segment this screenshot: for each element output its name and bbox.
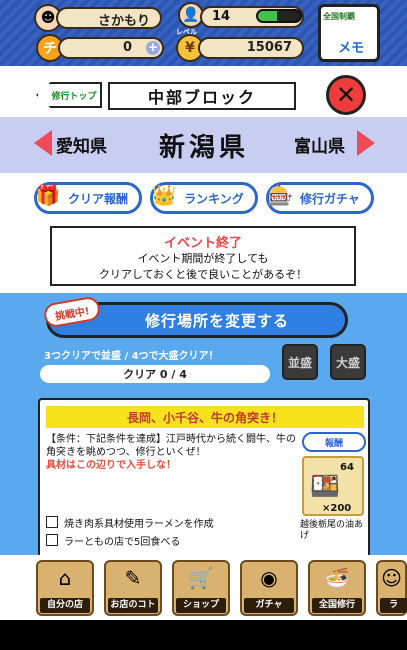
gacha-label: 修行ガチャ (300, 191, 360, 206)
condition-text: 【条件：下記条件を達成】江戸時代から続く闘牛、牛の角突きを眺めつつ、修行といくぜ… (46, 434, 296, 458)
challenge-detail-card: 長岡、小千谷、牛の角突き！ 【条件：下記条件を達成】江戸時代から続く闘牛、牛の角… (38, 398, 370, 558)
event-line-2: クリアしておくと後で良いことがあるぞ！ (98, 268, 308, 281)
reward-qty-top: 64 (340, 462, 354, 473)
memo-label: メモ (337, 41, 364, 56)
nav-shop-info[interactable]: ✎ お店のコト (104, 560, 162, 616)
nav-label: ガチャ (244, 598, 294, 613)
namimori-seal: 並盛 (282, 344, 318, 380)
system-nav-bar (0, 620, 407, 650)
document-icon: ✎ (124, 566, 142, 590)
coin-count: 15067 (246, 40, 292, 55)
house-icon: ⌂ (58, 566, 72, 590)
event-notice: イベント終了 イベント期間が終了しても クリアしておくと後で良いことがあるぞ！ (50, 226, 356, 286)
checklist-label: ラーともの店で5回食べる (64, 536, 181, 548)
challenge-condition: 【条件：下記条件を達成】江戸時代から続く闘牛、牛の角突きを眺めつつ、修行といくぜ… (46, 433, 302, 472)
xp-bar (256, 9, 302, 23)
player-name-pill: さかもり (56, 7, 162, 29)
reward-name: 越後栃尾の油あげ (300, 520, 364, 541)
next-prefecture-arrow-icon[interactable] (357, 130, 375, 156)
checklist-item: 焼き肉系具材使用ラーメンを作成 (46, 514, 286, 530)
level-value: 14 (212, 9, 231, 24)
memo-top-label: 全国制覇 (323, 12, 355, 21)
nav-nationwide-training[interactable]: 🍜 全国修行 (308, 560, 366, 616)
checkbox (46, 516, 58, 528)
nav-shop[interactable]: 🛒 ショップ (172, 560, 230, 616)
checklist-item: ラーともの店で5回食べる (46, 532, 286, 548)
current-prefecture: 新潟県 (158, 133, 249, 163)
prev-prefecture[interactable]: 愛知県 (56, 132, 107, 157)
ranking-label: ランキング (184, 191, 244, 206)
block-name: 中部ブロック (108, 82, 296, 110)
reward-badge: 報酬 (302, 432, 366, 452)
cart-icon: 🛒 (188, 566, 214, 590)
back-button[interactable]: 修行トップ (36, 82, 102, 108)
back-button-label: 修行トップ (51, 91, 97, 102)
gift-icon: 🎁 (35, 183, 61, 207)
reward-food-icon: 🍱 (310, 472, 340, 500)
reward-qty-bottom: ×200 (322, 503, 352, 514)
oomori-seal: 大盛 (330, 344, 366, 380)
nav-label: 自分の店 (40, 598, 90, 613)
nav-label: ショップ (176, 598, 226, 613)
change-location-label: 修行場所を変更する (144, 311, 289, 330)
next-prefecture[interactable]: 富山県 (294, 132, 345, 157)
nav-gacha[interactable]: ◉ ガチャ (240, 560, 298, 616)
coin-pill: 15067 (198, 37, 304, 59)
event-line-1: イベント期間が終了しても (137, 252, 269, 265)
add-ticket-button[interactable]: + (146, 41, 160, 55)
nav-label: お店のコト (108, 598, 158, 613)
gacha-ball-icon: ◉ (260, 566, 278, 590)
close-icon: ✕ (335, 81, 357, 109)
clear-reward-label: クリア報酬 (67, 191, 128, 206)
memo-button[interactable]: 全国制覇 メモ (318, 4, 380, 62)
event-title: イベント終了 (163, 236, 242, 251)
nav-label: 全国修行 (312, 598, 362, 613)
gacha-machine-icon: 🎰 (267, 183, 293, 207)
character-icon: ☺ (381, 566, 402, 590)
nav-label: ラ (380, 598, 407, 613)
crown-icon: 👑 (151, 183, 177, 207)
nav-my-shop[interactable]: ⌂ 自分の店 (36, 560, 94, 616)
checkbox (46, 534, 58, 546)
nav-more[interactable]: ☺ ラ (376, 560, 407, 616)
reward-item[interactable]: 🍱 64 ×200 (302, 456, 364, 516)
condition-highlight: 具材はこの辺りで入手しな！ (46, 460, 176, 471)
ramen-icon: 🍜 (324, 566, 350, 590)
checklist-label: 焼き肉系具材使用ラーメンを作成 (64, 518, 214, 530)
challenge-title: 長岡、小千谷、牛の角突き！ (46, 406, 364, 428)
close-button[interactable]: ✕ (326, 75, 366, 115)
clear-progress: クリア 0 / 4 (40, 365, 270, 383)
prev-prefecture-arrow-icon[interactable] (34, 130, 52, 156)
ticket-count: 0 (122, 40, 132, 55)
clear-hint: 3つクリアで並盛 / 4つで大盛クリア！ (44, 351, 219, 362)
player-name: さかもり (97, 14, 150, 29)
xp-fill (258, 11, 277, 21)
